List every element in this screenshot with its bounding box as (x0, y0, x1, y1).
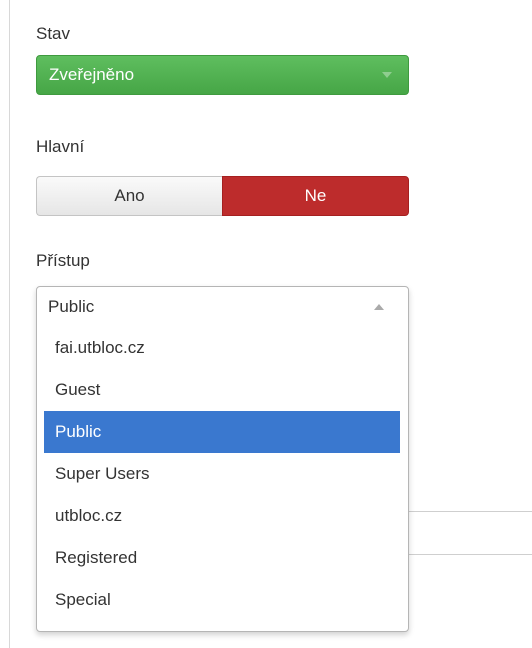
featured-yes-button[interactable]: Ano (36, 176, 222, 216)
access-options-list: fai.utbloc.cz Guest Public Super Users u… (37, 327, 408, 621)
chevron-up-icon (374, 304, 384, 310)
status-label: Stav (36, 24, 71, 43)
access-option[interactable]: Registered (44, 537, 400, 579)
access-option[interactable]: Special (44, 579, 400, 621)
featured-toggle: Ano Ne (36, 176, 409, 216)
access-option[interactable]: utbloc.cz (44, 495, 400, 537)
access-option[interactable]: fai.utbloc.cz (44, 327, 400, 369)
access-value: Public (48, 297, 95, 316)
access-select[interactable]: Public (37, 287, 408, 327)
field-border-line (409, 554, 532, 555)
status-value: Zveřejněno (49, 65, 135, 84)
access-option[interactable]: Guest (44, 369, 400, 411)
status-select[interactable]: Zveřejněno (36, 55, 409, 95)
access-select-dropdown[interactable]: Public fai.utbloc.cz Guest Public Super … (36, 286, 409, 632)
featured-label: Hlavní (36, 137, 85, 156)
chevron-down-icon (382, 72, 392, 78)
access-option[interactable]: Super Users (44, 453, 400, 495)
article-options-panel: Stav Zveřejněno Hlavní Ano Ne Přístup Pu… (0, 0, 532, 648)
panel-divider (9, 0, 10, 648)
access-option-selected[interactable]: Public (44, 411, 400, 453)
featured-no-button[interactable]: Ne (222, 176, 409, 216)
field-border-line (409, 511, 532, 512)
access-label: Přístup (36, 251, 90, 270)
